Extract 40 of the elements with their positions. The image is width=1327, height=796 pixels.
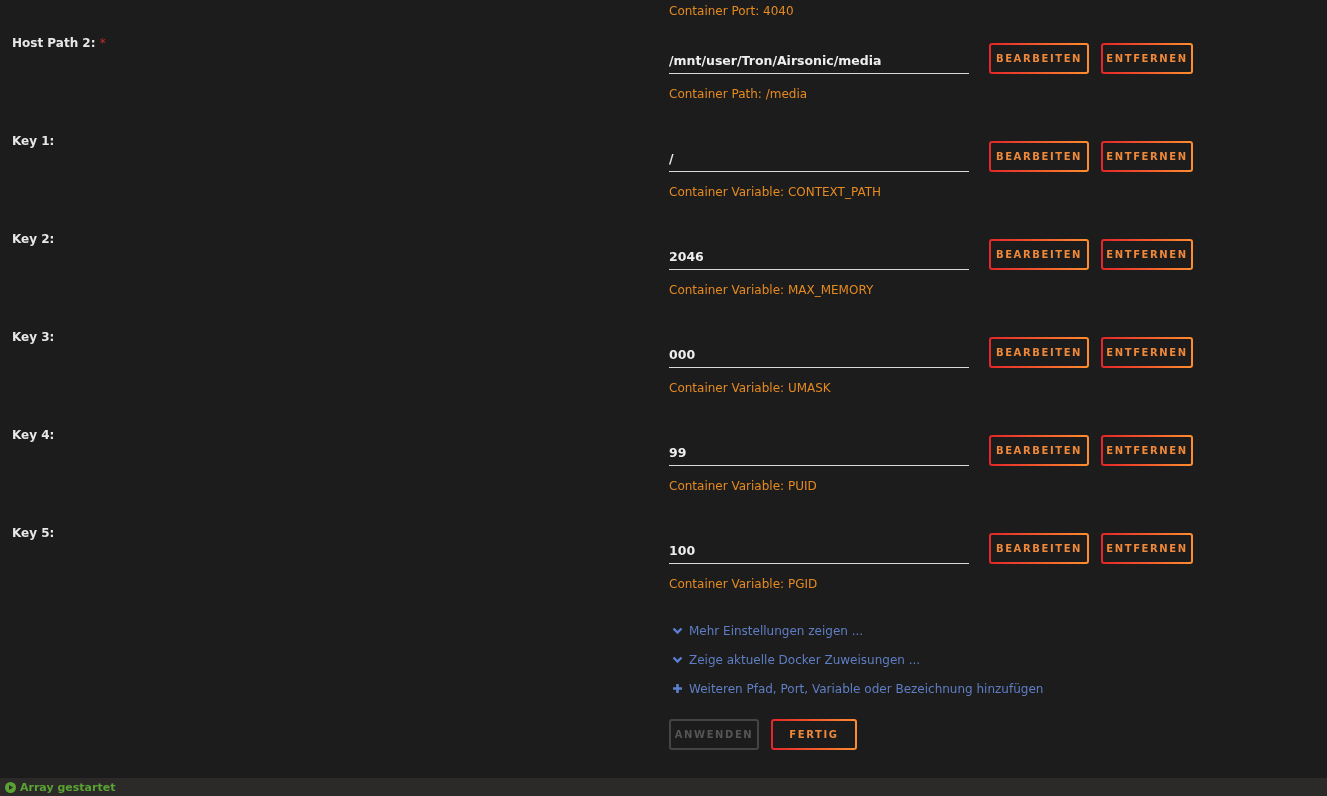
remove-button[interactable]: ENTFERNEN	[1101, 141, 1193, 172]
field-hint: Container Variable: MAX_MEMORY	[669, 282, 874, 298]
plus-icon	[672, 683, 683, 694]
remove-button[interactable]: ENTFERNEN	[1101, 43, 1193, 74]
expand-link[interactable]: Mehr Einstellungen zeigen ...	[689, 623, 864, 638]
input-field[interactable]: /mnt/user/Tron/Airsonic/media	[669, 43, 969, 74]
edit-button[interactable]: BEARBEITEN	[989, 533, 1089, 564]
field-hint: Container Path: /media	[669, 86, 808, 102]
field-hint: Container Variable: PUID	[669, 478, 817, 494]
input-field[interactable]: 2046	[669, 239, 969, 270]
field-hint: Container Variable: UMASK	[669, 380, 831, 396]
done-button[interactable]: FERTIG	[771, 719, 857, 750]
edit-button[interactable]: BEARBEITEN	[989, 435, 1089, 466]
field-label: Key 3:	[12, 330, 55, 344]
chevron-down-icon	[672, 625, 683, 636]
play-circle-icon	[5, 781, 16, 793]
field-label: Key 1:	[12, 134, 55, 148]
input-field[interactable]: /	[669, 141, 969, 172]
status-text: Array gestartet	[20, 780, 116, 794]
remove-button[interactable]: ENTFERNEN	[1101, 533, 1193, 564]
field-hint: Container Variable: PGID	[669, 576, 818, 592]
edit-button[interactable]: BEARBEITEN	[989, 141, 1089, 172]
field-hint: Container Port: 4040	[669, 4, 794, 18]
remove-button[interactable]: ENTFERNEN	[1101, 239, 1193, 270]
edit-button[interactable]: BEARBEITEN	[989, 337, 1089, 368]
remove-button[interactable]: ENTFERNEN	[1101, 337, 1193, 368]
edit-button[interactable]: BEARBEITEN	[989, 43, 1089, 74]
chevron-down-icon	[672, 654, 683, 665]
input-field[interactable]: 000	[669, 337, 969, 368]
add-link[interactable]: Weiteren Pfad, Port, Variable oder Bezeichnung hinzufügen	[689, 681, 1044, 696]
field-label: Host Path 2: *	[12, 36, 106, 50]
field-label: Key 2:	[12, 232, 55, 246]
expand-link[interactable]: Zeige aktuelle Docker Zuweisungen ...	[689, 652, 921, 667]
field-label: Key 4:	[12, 428, 55, 442]
input-field[interactable]: 100	[669, 533, 969, 564]
edit-button[interactable]: BEARBEITEN	[989, 239, 1089, 270]
input-field[interactable]: 99	[669, 435, 969, 466]
remove-button[interactable]: ENTFERNEN	[1101, 435, 1193, 466]
field-label: Key 5:	[12, 526, 55, 540]
field-hint: Container Variable: CONTEXT_PATH	[669, 184, 882, 200]
